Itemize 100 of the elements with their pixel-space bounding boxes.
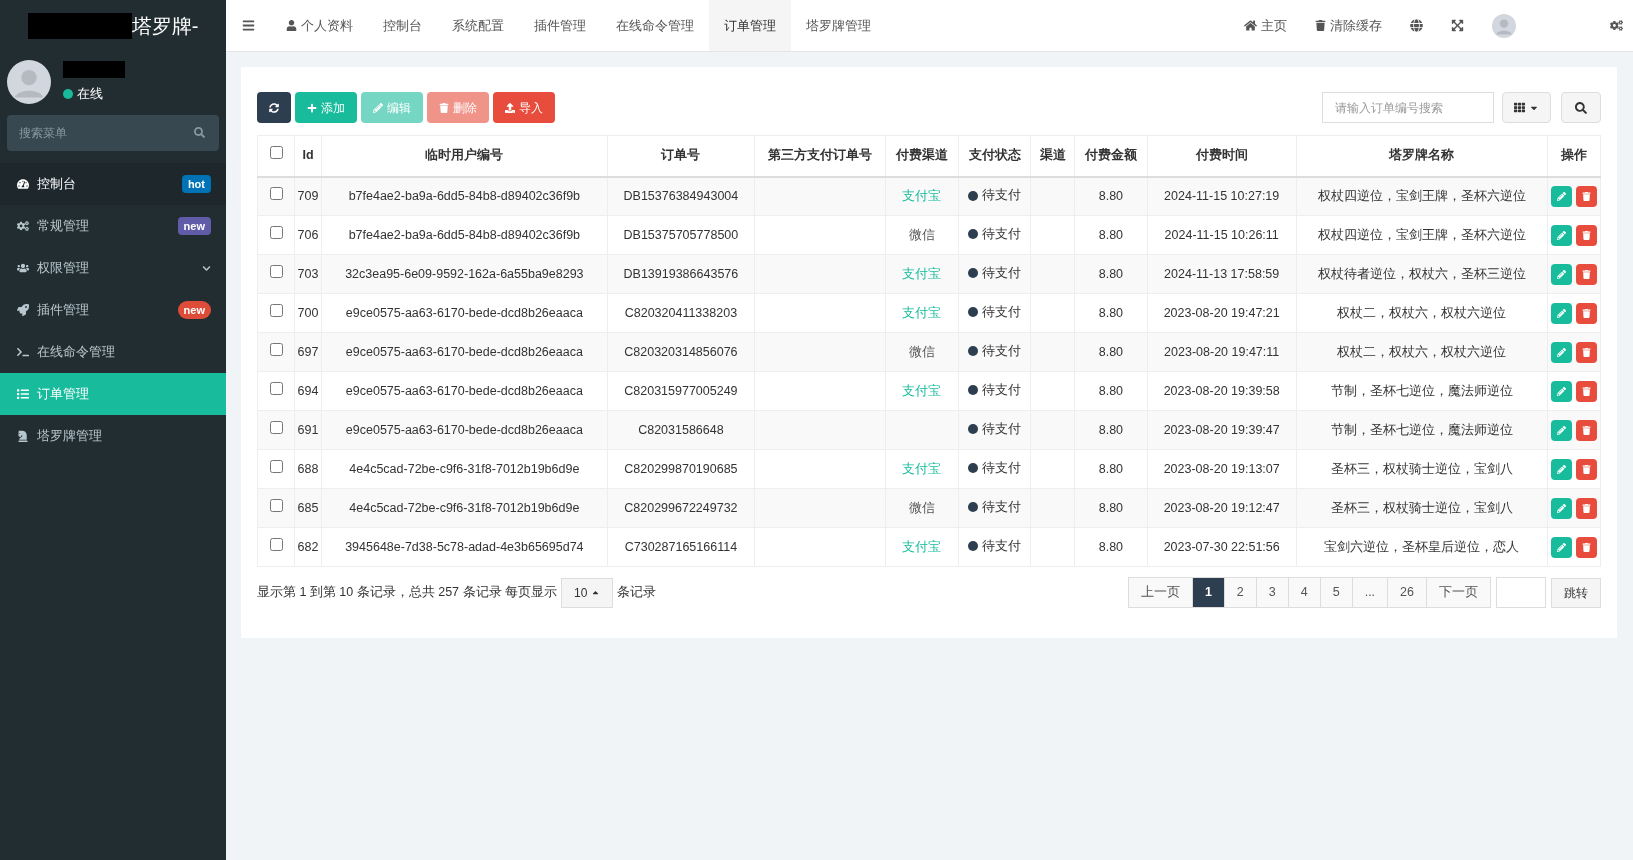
edit-row-button[interactable] [1551, 224, 1573, 246]
settings-icon [1610, 19, 1623, 32]
row-checkbox[interactable] [269, 342, 283, 356]
clear-cache-link[interactable]: 清除缓存 [1301, 15, 1396, 36]
table-cell: 697 [294, 332, 322, 372]
table-cell: 2023-08-20 19:47:21 [1147, 293, 1297, 333]
row-checkbox[interactable] [269, 420, 283, 434]
search-button[interactable] [1561, 92, 1601, 123]
column-header: 塔罗牌名称 [1296, 135, 1548, 177]
edit-row-button[interactable] [1551, 185, 1573, 207]
table-cell: C820299672249732 [607, 488, 755, 528]
select-all-checkbox[interactable] [269, 146, 283, 160]
table-cell: 694 [294, 371, 322, 411]
page-number-field[interactable] [1496, 577, 1546, 608]
sidebar-item[interactable]: 权限管理 [0, 247, 226, 289]
delete-row-button[interactable] [1576, 458, 1598, 480]
nav-tab[interactable]: 订单管理 [709, 0, 791, 51]
delete-row-button[interactable] [1576, 497, 1598, 519]
row-checkbox[interactable] [269, 186, 283, 200]
column-header: 付费金额 [1074, 135, 1148, 177]
delete-row-button[interactable] [1576, 380, 1598, 402]
sidebar-item[interactable]: 塔罗牌管理 [0, 415, 226, 457]
edit-row-button[interactable] [1551, 263, 1573, 285]
row-checkbox[interactable] [269, 225, 283, 239]
payment-status: 待支付 [982, 342, 1022, 360]
edit-row-button[interactable] [1551, 536, 1573, 558]
table-cell: 圣杯三，权杖骑士逆位，宝剑八 [1296, 488, 1548, 528]
delete-row-button[interactable] [1576, 263, 1598, 285]
rocket-icon [17, 304, 29, 316]
page-button[interactable]: 1 [1191, 577, 1225, 608]
page-button[interactable]: 3 [1255, 577, 1289, 608]
table-cell: 8.80 [1074, 332, 1148, 372]
table-cell: 8.80 [1074, 176, 1148, 216]
nav-tab[interactable]: 塔罗牌管理 [791, 0, 886, 51]
trash-icon [1582, 464, 1592, 474]
edit-row-button[interactable] [1551, 341, 1573, 363]
page-button[interactable]: 上一页 [1127, 577, 1193, 608]
row-checkbox[interactable] [269, 498, 283, 512]
table-cell: 8.80 [1074, 449, 1148, 489]
nav-tab[interactable]: 控制台 [368, 0, 437, 51]
table-cell: 4e4c5cad-72be-c9f6-31f8-7012b19b6d9e [321, 488, 608, 528]
sidebar-item[interactable]: 在线命令管理 [0, 331, 226, 373]
page-button[interactable]: 5 [1319, 577, 1353, 608]
trash-icon [1582, 542, 1592, 552]
import-button[interactable]: 导入 [493, 92, 555, 123]
nav-tab[interactable]: 系统配置 [437, 0, 519, 51]
payment-channel: 支付宝 [902, 539, 942, 554]
sidebar-item[interactable]: 插件管理 new [0, 289, 226, 331]
column-header: 订单号 [607, 135, 755, 177]
edit-row-button[interactable] [1551, 380, 1573, 402]
edit-row-button[interactable] [1551, 458, 1573, 480]
nav-tab[interactable]: 在线命令管理 [601, 0, 709, 51]
row-checkbox[interactable] [269, 303, 283, 317]
edit-row-button[interactable] [1551, 302, 1573, 324]
page-button[interactable]: 26 [1387, 577, 1427, 608]
pencil-icon [373, 102, 383, 113]
sidebar-item[interactable]: 常规管理 new [0, 205, 226, 247]
table-cell: 682 [294, 527, 322, 567]
row-checkbox[interactable] [269, 264, 283, 278]
table-cell: DB13919386643576 [607, 254, 755, 294]
menu-search-field[interactable]: 搜索菜单 [7, 115, 219, 151]
table-cell: 2024-11-13 17:58:59 [1147, 254, 1297, 294]
delete-row-button[interactable] [1576, 341, 1598, 363]
delete-row-button[interactable] [1576, 185, 1598, 207]
column-header: 付费时间 [1147, 135, 1297, 177]
sidebar-item[interactable]: 控制台 hot [0, 163, 226, 205]
table-cell: C820320411338203 [607, 293, 755, 333]
home-link[interactable]: 主页 [1230, 15, 1301, 36]
page-button[interactable]: 下一页 [1426, 577, 1491, 608]
table-cell: 8.80 [1074, 215, 1148, 255]
pagination-summary-end: 条记录 [617, 584, 657, 602]
order-search-field[interactable]: 请输入订单编号搜索 [1322, 92, 1494, 123]
page-button[interactable]: 4 [1287, 577, 1321, 608]
user-avatar [1492, 13, 1516, 38]
pencil-icon [1557, 386, 1567, 396]
edit-row-button[interactable] [1551, 497, 1573, 519]
table-cell: 691 [294, 410, 322, 450]
delete-row-button[interactable] [1576, 419, 1598, 441]
table-cell: e9ce0575-aa63-6170-bede-dcd8b26eaaca [321, 410, 608, 450]
payment-status: 待支付 [982, 264, 1022, 282]
home-icon [1244, 19, 1257, 32]
table-cell: 8.80 [1074, 371, 1148, 411]
row-checkbox[interactable] [269, 381, 283, 395]
jump-button[interactable]: 跳转 [1551, 577, 1601, 608]
row-checkbox[interactable] [269, 459, 283, 473]
trash-icon [1582, 503, 1592, 513]
nav-tab[interactable]: 个人资料 [271, 0, 368, 51]
refresh-button[interactable] [257, 92, 291, 123]
page-size-dropdown[interactable]: 10 [561, 577, 614, 608]
table-cell: C820299870190685 [607, 449, 755, 489]
nav-tab[interactable]: 插件管理 [519, 0, 601, 51]
delete-row-button[interactable] [1576, 536, 1598, 558]
row-checkbox[interactable] [269, 537, 283, 551]
refresh-icon [269, 102, 279, 113]
trash-icon [1582, 269, 1592, 279]
delete-row-button[interactable] [1576, 224, 1598, 246]
edit-row-button[interactable] [1551, 419, 1573, 441]
page-button[interactable]: 2 [1223, 577, 1257, 608]
delete-row-button[interactable] [1576, 302, 1598, 324]
columns-button[interactable] [1502, 92, 1551, 123]
